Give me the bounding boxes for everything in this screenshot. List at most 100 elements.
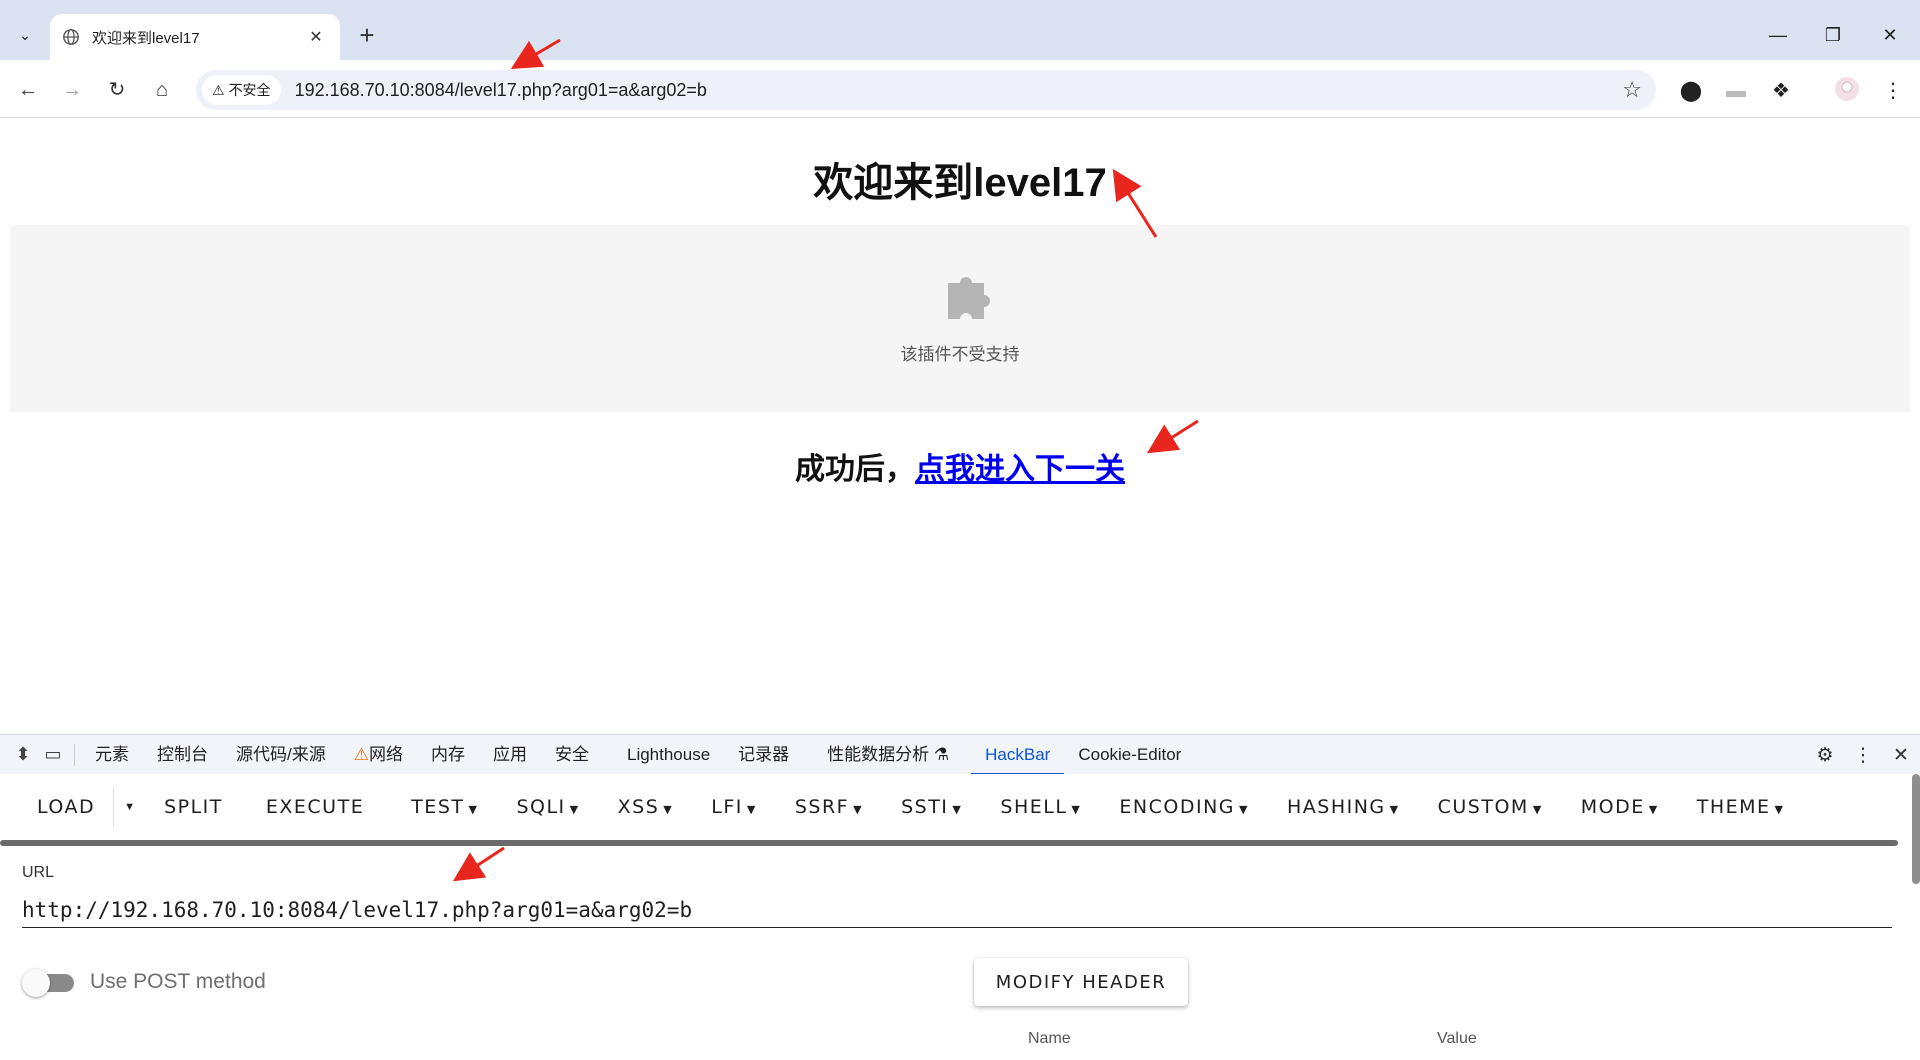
new-tab-button[interactable]: + — [352, 20, 382, 50]
theme-label: THEME — [1696, 796, 1771, 818]
tab-elements[interactable]: 元素 — [81, 735, 143, 775]
bookmark-star-icon[interactable]: ☆ — [1622, 77, 1642, 103]
split-button[interactable]: SPLIT — [145, 796, 242, 818]
settings-gear-icon[interactable]: ⚙ — [1806, 744, 1844, 767]
extensions-puzzle-icon[interactable]: ❖ — [1766, 76, 1796, 106]
hackbar-divider[interactable] — [0, 840, 1898, 846]
arrow-hackbar-url — [452, 846, 505, 882]
caret-down-icon: ▼ — [1774, 803, 1785, 816]
minimize-icon[interactable]: — — [1758, 18, 1798, 52]
ssrf-menu[interactable]: SSRF ▼ — [776, 796, 882, 818]
post-method-toggle[interactable] — [22, 968, 74, 997]
hackbar-menu: LOAD ▼ SPLIT EXECUTE TEST ▼ SQLI ▼ XSS ▼ LF… — [0, 774, 1920, 840]
plugin-placeholder: 该插件不受支持 — [10, 225, 1910, 412]
devtools-separator — [74, 743, 75, 766]
lfi-label: LFI — [711, 796, 743, 818]
globe-icon — [63, 29, 79, 45]
custom-menu[interactable]: CUSTOM ▼ — [1419, 796, 1562, 818]
tab-hackbar[interactable]: HackBar — [971, 735, 1065, 775]
ssrf-label: SSRF — [794, 796, 850, 818]
tab-strip: ⌄ 欢迎来到level17 ✕ + — ❐ ✕ — [0, 0, 1920, 60]
modify-header-button[interactable]: MODIFY HEADER — [974, 958, 1188, 1006]
load-button[interactable]: LOAD — [0, 796, 113, 818]
address-bar[interactable]: ⚠ 不安全 192.168.70.10:8084/level17.php?arg… — [196, 70, 1656, 110]
shell-menu[interactable]: SHELL ▼ — [981, 796, 1100, 818]
more-vert-icon[interactable]: ⋮ — [1878, 76, 1908, 106]
back-arrow-icon[interactable]: ← — [12, 74, 44, 106]
tab-performance-label: 性能数据分析 — [827, 744, 930, 764]
reload-icon[interactable]: ↻ — [101, 74, 133, 106]
next-level-line: 成功后，点我进入下一关 — [0, 444, 1920, 488]
tab-sources[interactable]: 源代码/来源 — [222, 735, 340, 775]
caret-down-icon: ▼ — [1071, 803, 1082, 816]
caret-down-icon: ▼ — [1239, 803, 1249, 816]
caret-down-icon: ▼ — [952, 803, 963, 816]
url-label: URL — [22, 864, 55, 881]
tab-close-icon[interactable]: ✕ — [304, 27, 328, 47]
security-chip[interactable]: ⚠ 不安全 — [202, 75, 281, 105]
tab-console[interactable]: 控制台 — [143, 735, 222, 775]
custom-label: CUSTOM — [1437, 796, 1529, 818]
window-close-icon[interactable]: ✕ — [1870, 18, 1910, 52]
tab-performance-insights[interactable]: 性能数据分析 ⚗ — [813, 735, 963, 775]
caret-down-icon: ▼ — [663, 803, 674, 816]
header-value-column: Value — [1437, 1030, 1477, 1047]
tab-memory[interactable]: 内存 — [417, 735, 479, 775]
caret-down-icon: ▼ — [569, 803, 580, 816]
page-title: 欢迎来到level17 — [813, 161, 1107, 205]
home-icon[interactable]: ⌂ — [146, 74, 178, 106]
header-name-column: Name — [1028, 1030, 1071, 1047]
ssti-menu[interactable]: SSTI ▼ — [882, 796, 981, 818]
execute-button[interactable]: EXECUTE — [242, 796, 383, 818]
caret-down-icon: ▼ — [468, 803, 479, 816]
network-warning-icon: ⚠ — [353, 744, 369, 764]
tab-lighthouse[interactable]: Lighthouse — [613, 735, 724, 775]
next-level-link[interactable]: 点我进入下一关 — [915, 453, 1125, 486]
theme-menu[interactable]: THEME ▼ — [1678, 796, 1785, 818]
ssti-label: SSTI — [901, 796, 949, 818]
caret-down-icon: ▼ — [853, 803, 864, 816]
caret-down-icon: ▼ — [746, 803, 757, 816]
extension-bars-icon[interactable]: ▬ — [1721, 76, 1751, 106]
xss-label: XSS — [617, 796, 660, 818]
restore-icon[interactable]: ❐ — [1813, 18, 1853, 52]
puzzle-icon — [948, 277, 990, 319]
devtools-tab-bar: ⬍ ▭ 元素 控制台 源代码/来源 ⚠网络 内存 应用 安全 Lighthous… — [0, 734, 1920, 775]
tab-network[interactable]: ⚠网络 — [340, 735, 417, 775]
test-menu[interactable]: TEST ▼ — [383, 796, 497, 818]
mode-label: MODE — [1580, 796, 1645, 818]
profile-avatar[interactable] — [1832, 76, 1862, 106]
hashing-menu[interactable]: HASHING ▼ — [1268, 796, 1419, 818]
security-label: 不安全 — [228, 82, 271, 98]
inspect-element-icon[interactable]: ⬍ — [8, 744, 38, 765]
sqli-menu[interactable]: SQLI ▼ — [497, 796, 598, 818]
address-url[interactable]: 192.168.70.10:8084/level17.php?arg01=a&a… — [295, 80, 707, 101]
extension-circle-icon[interactable]: ⬤ — [1676, 76, 1706, 106]
tab-cookie-editor[interactable]: Cookie-Editor — [1064, 735, 1195, 775]
sqli-label: SQLI — [516, 796, 566, 818]
tab-application[interactable]: 应用 — [479, 735, 541, 775]
devtools-close-icon[interactable]: ✕ — [1882, 744, 1920, 767]
devtools-more-icon[interactable]: ⋮ — [1844, 744, 1882, 767]
warning-triangle-icon: ⚠ — [212, 81, 225, 98]
devtools-scrollbar[interactable] — [1912, 774, 1920, 884]
tab-title: 欢迎来到level17 — [92, 29, 200, 47]
load-dropdown-icon[interactable]: ▼ — [113, 787, 145, 827]
hackbar-url-input[interactable] — [22, 892, 1892, 928]
toggle-knob — [22, 969, 50, 997]
shell-label: SHELL — [1000, 796, 1068, 818]
lfi-menu[interactable]: LFI ▼ — [692, 796, 776, 818]
browser-tab-active[interactable]: 欢迎来到level17 ✕ — [50, 14, 340, 60]
mode-menu[interactable]: MODE ▼ — [1562, 796, 1678, 818]
encoding-menu[interactable]: ENCODING ▼ — [1100, 796, 1268, 818]
tab-security[interactable]: 安全 — [541, 735, 603, 775]
caret-down-icon: ▼ — [1648, 803, 1659, 816]
plugin-unsupported-text: 该插件不受支持 — [900, 345, 1020, 364]
device-toolbar-icon[interactable]: ▭ — [38, 744, 68, 765]
xss-menu[interactable]: XSS ▼ — [599, 796, 693, 818]
hashing-label: HASHING — [1286, 796, 1386, 818]
tab-search-chevron-icon[interactable]: ⌄ — [8, 20, 42, 50]
flask-icon: ⚗ — [933, 744, 950, 764]
tab-recorder[interactable]: 记录器 — [724, 735, 803, 775]
forward-arrow-icon[interactable]: → — [56, 74, 88, 106]
